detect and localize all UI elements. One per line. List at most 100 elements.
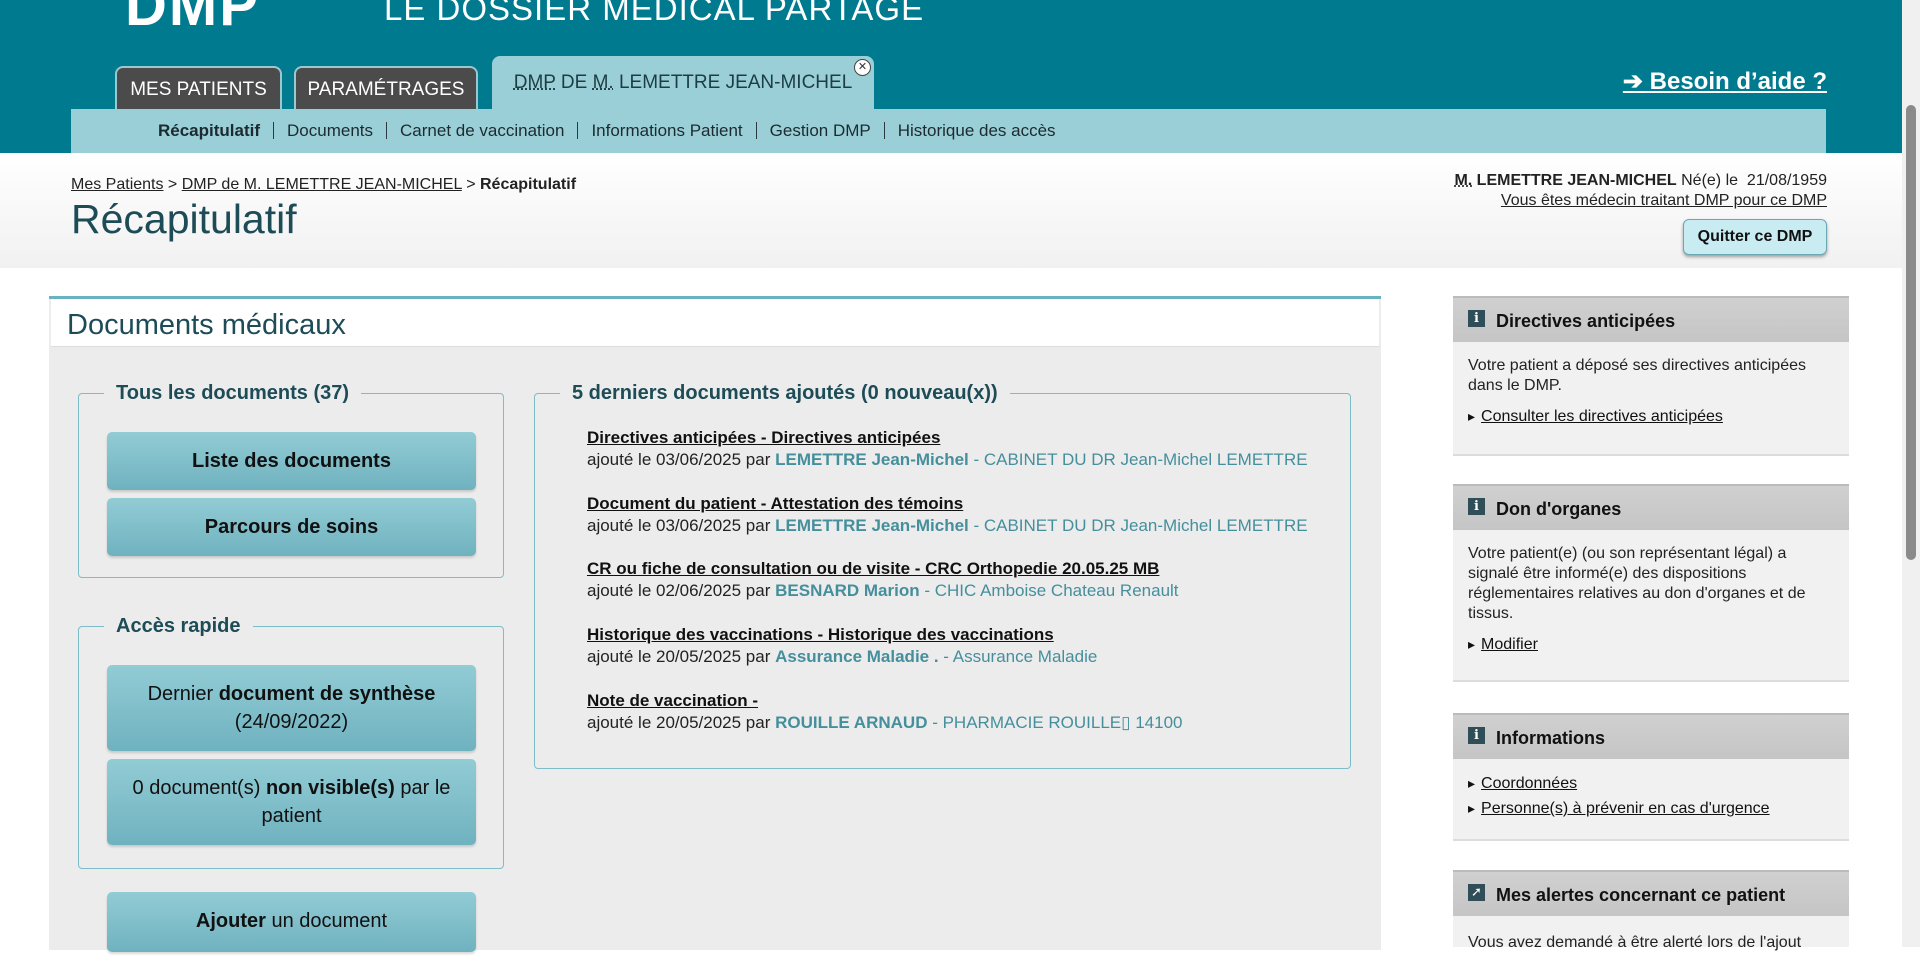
contact-details-link[interactable]: Coordonnées (1468, 773, 1833, 794)
document-author: LEMETTRE Jean-Michel (775, 450, 969, 469)
document-meta: ajouté le 20/05/2025 par (587, 647, 776, 666)
document-author: LEMETTRE Jean-Michel (775, 516, 969, 535)
informations-card: i Informations Coordonnées Personne(s) à… (1453, 713, 1849, 841)
card-body: Votre patient a déposé ses directives an… (1453, 342, 1849, 437)
document-organization: - Assurance Maladie (938, 647, 1098, 666)
card-body: Votre patient(e) (ou son représentant lé… (1453, 530, 1849, 665)
help-link[interactable]: ➔ Besoin d’aide ? (1623, 67, 1827, 96)
quick-access-legend: Accès rapide (104, 615, 253, 638)
care-pathway-button[interactable]: Parcours de soins (107, 498, 476, 556)
recent-documents-legend: 5 derniers documents ajoutés (0 nouveau(… (560, 382, 1010, 405)
organ-donation-card: i Don d'organes Votre patient(e) (ou son… (1453, 484, 1849, 682)
subnav-item-carnet-vaccination[interactable]: Carnet de vaccination (386, 122, 577, 139)
quick-access-box: Accès rapide Dernier document de synthès… (78, 615, 504, 869)
card-text: Votre patient a déposé ses directives an… (1468, 357, 1806, 394)
tab-label-abbr: M. (592, 72, 614, 93)
document-meta: ajouté le 02/06/2025 par (587, 581, 776, 600)
button-text-bold: document de synthèse (218, 683, 436, 705)
document-link[interactable]: Note de vaccination - (587, 691, 758, 710)
card-text: Vous avez demandé à être alerté lors de … (1468, 934, 1802, 951)
list-item: Directives anticipées - Directives antic… (587, 427, 1308, 471)
sub-navigation: Récapitulatif Documents Carnet de vaccin… (71, 109, 1826, 153)
subnav-item-informations-patient[interactable]: Informations Patient (577, 122, 755, 139)
button-text-bold: non visible(s) (265, 777, 395, 799)
tab-dmp-patient[interactable]: DMP DE M. LEMETTRE JEAN-MICHEL ✕ (492, 56, 874, 109)
panel-title: Documents médicaux (67, 309, 346, 341)
subnav-item-recapitulatif[interactable]: Récapitulatif (158, 122, 273, 139)
all-documents-legend: Tous les documents (37) (104, 382, 362, 405)
breadcrumb-dmp[interactable]: DMP de M. LEMETTRE JEAN-MICHEL (182, 176, 462, 193)
button-text: un document (265, 910, 388, 932)
patient-info: M. LEMETTRE JEAN-MICHEL Né(e) le 21/08/1… (1454, 171, 1827, 211)
card-title: Informations (1496, 728, 1606, 748)
card-body: Vous avez demandé à être alerté lors de … (1453, 916, 1849, 963)
modify-link[interactable]: Modifier (1468, 634, 1833, 655)
card-text: Votre patient(e) (ou son représentant lé… (1468, 545, 1806, 622)
medical-documents-panel: Documents médicaux Tous les documents (3… (49, 296, 1381, 952)
all-documents-box: Tous les documents (37) Liste des docume… (78, 382, 504, 578)
breadcrumb-separator: > (461, 176, 480, 193)
breadcrumb-separator: > (163, 176, 182, 193)
breadcrumb-mes-patients[interactable]: Mes Patients (71, 176, 163, 193)
document-link[interactable]: Document du patient - Attestation des té… (587, 494, 963, 513)
page-title: Récapitulatif (71, 196, 297, 242)
alerts-card: ➚ Mes alertes concernant ce patient Vous… (1453, 870, 1849, 951)
scrollbar-track[interactable] (1902, 0, 1920, 947)
list-item: Historique des vaccinations - Historique… (587, 624, 1097, 668)
view-directives-link[interactable]: Consulter les directives anticipées (1468, 406, 1833, 427)
card-body: Coordonnées Personne(s) à prévenir en ca… (1453, 759, 1849, 829)
document-organization: - PHARMACIE ROUILLE▯ 14100 (927, 713, 1183, 732)
recent-documents-box: 5 derniers documents ajoutés (0 nouveau(… (534, 382, 1351, 769)
document-meta: ajouté le 03/06/2025 par (587, 450, 776, 469)
document-organization: - CHIC Amboise Chateau Renault (919, 581, 1179, 600)
document-author: Assurance Maladie . (775, 647, 939, 666)
emergency-contacts-link[interactable]: Personne(s) à prévenir en cas d'urgence (1468, 798, 1833, 819)
breadcrumb: Mes Patients > DMP de M. LEMETTRE JEAN-M… (71, 176, 576, 194)
tab-mes-patients[interactable]: MES PATIENTS (115, 66, 282, 109)
tab-label: MES PATIENTS (130, 79, 267, 100)
treating-doctor-link[interactable]: Vous êtes médecin traitant DMP pour ce D… (1501, 192, 1827, 209)
card-header: ➚ Mes alertes concernant ce patient (1453, 870, 1849, 916)
document-link[interactable]: CR ou fiche de consultation ou de visite… (587, 559, 1159, 578)
document-link[interactable]: Historique des vaccinations - Historique… (587, 625, 1054, 644)
subnav-item-historique-acces[interactable]: Historique des accès (883, 122, 1069, 139)
info-icon: i (1468, 727, 1485, 744)
close-icon[interactable]: ✕ (854, 59, 871, 76)
breadcrumb-current: Récapitulatif (480, 176, 577, 193)
tab-parametrages[interactable]: PARAMÉTRAGES (294, 66, 478, 109)
document-meta: ajouté le 03/06/2025 par (587, 516, 776, 535)
subnav-item-documents[interactable]: Documents (273, 122, 386, 139)
add-document-button[interactable]: Ajouter un document (107, 892, 476, 952)
card-title: Don d'organes (1496, 499, 1622, 519)
advance-directives-card: i Directives anticipées Votre patient a … (1453, 296, 1849, 456)
tab-label: PARAMÉTRAGES (307, 79, 465, 100)
subnav-item-gestion-dmp[interactable]: Gestion DMP (755, 122, 884, 139)
card-title: Mes alertes concernant ce patient (1496, 885, 1786, 905)
quit-dmp-button[interactable]: Quitter ce DMP (1683, 219, 1827, 255)
synthesis-date: (24/09/2022) (234, 711, 349, 733)
hidden-documents-button[interactable]: 0 document(s) non visible(s) par le pati… (107, 759, 476, 845)
document-meta: ajouté le 20/05/2025 par (587, 713, 776, 732)
patient-name: LEMETTRE JEAN-MICHEL (1472, 172, 1677, 189)
brand-title: LE DOSSIER MÉDICAL PARTAGÉ (384, 0, 925, 27)
card-title: Directives anticipées (1496, 311, 1676, 331)
document-author: ROUILLE ARNAUD (775, 713, 928, 732)
list-item: CR ou fiche de consultation ou de visite… (587, 558, 1179, 602)
document-list-button[interactable]: Liste des documents (107, 432, 476, 490)
dmp-logo: DMP (125, 0, 260, 38)
list-item: Document du patient - Attestation des té… (587, 493, 1308, 537)
document-link[interactable]: Directives anticipées - Directives antic… (587, 428, 940, 447)
patient-civility: M. (1454, 172, 1473, 189)
button-text-bold: Ajouter (195, 910, 266, 932)
document-organization: - CABINET DU DR Jean-Michel LEMETTRE (968, 516, 1308, 535)
scrollbar-thumb[interactable] (1906, 105, 1916, 560)
cursor-icon: ➚ (1468, 884, 1485, 901)
list-item: Note de vaccination - ajouté le 20/05/20… (587, 690, 1182, 734)
tab-label-part: DE (555, 72, 593, 93)
last-synthesis-button[interactable]: Dernier document de synthèse (24/09/2022… (107, 665, 476, 751)
info-icon: i (1468, 498, 1485, 515)
birth-date: 21/08/1959 (1746, 172, 1827, 189)
birth-label: Né(e) le (1676, 172, 1743, 189)
button-text: Dernier (147, 683, 219, 705)
button-text: 0 document(s) (132, 777, 266, 799)
